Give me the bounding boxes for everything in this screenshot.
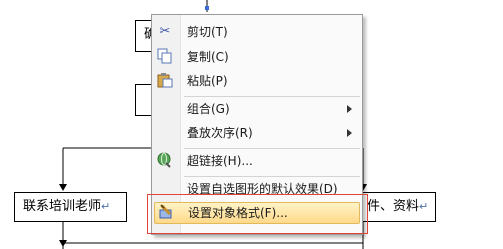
copy-icon xyxy=(156,48,174,66)
menu-item-copy[interactable]: 复制(C) xyxy=(152,46,362,68)
menu-item-cut-label: 剪切(T) xyxy=(187,25,228,39)
paragraph-mark: ↵ xyxy=(101,200,111,213)
menu-separator xyxy=(184,148,360,149)
menu-item-copy-label: 复制(C) xyxy=(187,50,229,64)
menu-item-group-label: 组合(G) xyxy=(187,102,230,116)
menu-separator xyxy=(184,176,360,177)
menu-item-paste-label: 粘贴(P) xyxy=(187,74,228,88)
menu-item-order-label: 叠放次序(R) xyxy=(187,126,253,140)
paste-icon xyxy=(156,72,174,90)
hyperlink-globe-icon xyxy=(156,152,174,170)
menu-item-cut[interactable]: ✂ 剪切(T) xyxy=(152,21,362,43)
menu-item-order[interactable]: 叠放次序(R) xyxy=(152,122,362,144)
submenu-arrow-icon xyxy=(347,105,352,113)
annotation-highlight-frame xyxy=(147,194,368,234)
paragraph-mark: ↵ xyxy=(419,200,429,213)
flowchart-box-contact-trainer-label: 联系培训老师 xyxy=(23,199,102,214)
menu-separator xyxy=(184,96,360,97)
scissors-icon: ✂ xyxy=(159,24,171,39)
menu-item-group[interactable]: 组合(G) xyxy=(152,98,362,120)
submenu-arrow-icon xyxy=(347,129,352,137)
menu-item-hyperlink[interactable]: 超链接(H)... xyxy=(152,150,362,172)
menu-item-hyperlink-label: 超链接(H)... xyxy=(187,154,253,168)
flowchart-box-contact-trainer[interactable]: 联系培训老师↵ xyxy=(14,192,127,222)
menu-item-paste[interactable]: 粘贴(P) xyxy=(152,70,362,92)
